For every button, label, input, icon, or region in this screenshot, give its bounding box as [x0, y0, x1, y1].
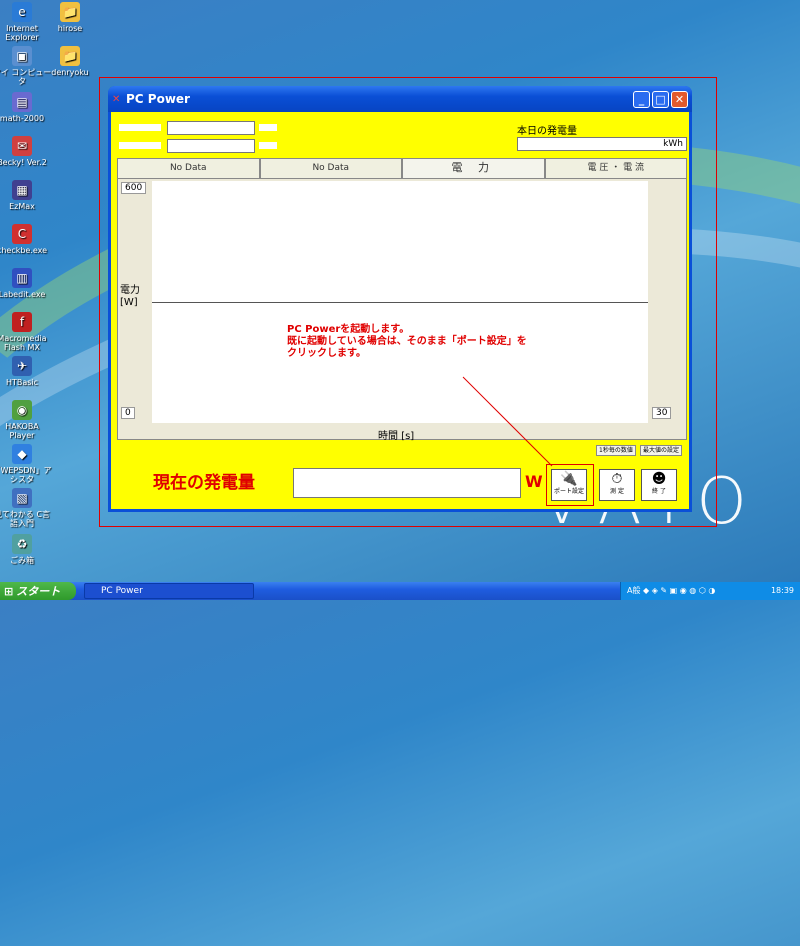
start-label: スタート [16, 585, 61, 598]
tray-icons: ◆ ◈ ✎ ▣ ◉ ◍ ⬡ ◑ [643, 586, 716, 595]
clock: 18:39 [770, 586, 794, 595]
taskbar-item-pc-power[interactable]: PC Power [84, 583, 254, 599]
system-tray: A般 ◆ ◈ ✎ ▣ ◉ ◍ ⬡ ◑ 18:39 [620, 582, 800, 600]
annotation-arrow [462, 376, 553, 467]
taskbar: ⊞ スタート PC Power A般 ◆ ◈ ✎ ▣ ◉ ◍ ⬡ ◑ 18:39 [0, 582, 800, 600]
start-button[interactable]: ⊞ スタート [0, 582, 76, 600]
windows-logo-icon: ⊞ [4, 584, 14, 598]
ime-indicator[interactable]: A般 [627, 586, 640, 595]
